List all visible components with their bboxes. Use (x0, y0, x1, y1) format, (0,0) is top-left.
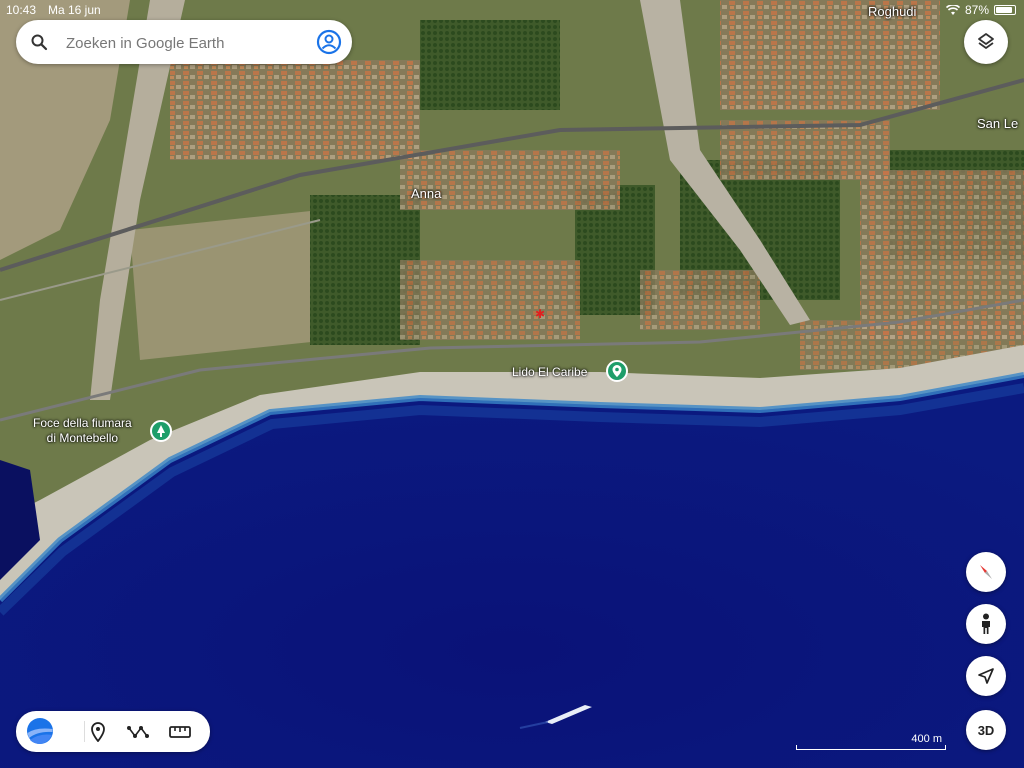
add-placemark-button[interactable] (86, 720, 110, 744)
status-date: Ma 16 jun (48, 3, 101, 17)
status-time: 10:43 (6, 3, 37, 17)
poi-label-foce-line1: Foce della fiumara (33, 416, 132, 430)
poi-label-foce[interactable]: Foce della fiumara di Montebello (33, 416, 132, 446)
toolbar-separator (84, 721, 85, 742)
svg-text:✱: ✱ (535, 307, 545, 321)
draw-path-icon (127, 726, 149, 738)
poi-pin-foce[interactable] (150, 420, 172, 442)
account-icon[interactable] (316, 29, 342, 55)
search-icon[interactable] (30, 33, 48, 51)
bottom-toolbar (16, 711, 210, 752)
battery-fill (996, 7, 1012, 13)
google-earth-logo (27, 718, 53, 744)
my-location-icon (978, 668, 994, 684)
view-3d-button[interactable]: 3D (966, 710, 1006, 750)
search-input[interactable] (64, 30, 308, 56)
poi-label-foce-line2: di Montebello (46, 431, 119, 445)
place-label-san-le[interactable]: San Le (977, 116, 1018, 131)
satellite-map[interactable]: ✱ (0, 0, 1024, 768)
compass-icon (980, 565, 992, 579)
search-bar[interactable] (16, 20, 352, 64)
battery-percent: 87% (964, 3, 989, 17)
scale-line (796, 745, 946, 750)
google-earth-logo-button[interactable] (26, 717, 54, 745)
tree-icon (157, 425, 165, 437)
location-pin-icon (612, 365, 622, 377)
scale-label: 400 m (911, 733, 942, 745)
compass-button[interactable] (966, 552, 1006, 592)
draw-path-button[interactable] (126, 720, 150, 744)
poi-pin-lido[interactable] (606, 360, 628, 382)
street-view-button[interactable] (966, 604, 1006, 644)
view-3d-label: 3D (977, 722, 995, 738)
layers-icon (978, 33, 994, 49)
place-label-anna[interactable]: Anna (411, 186, 441, 201)
battery-icon (994, 5, 1016, 15)
add-placemark-icon (91, 722, 105, 742)
poi-label-lido[interactable]: Lido El Caribe (512, 365, 587, 379)
pegman-icon (982, 613, 990, 634)
place-label-roghudi[interactable]: Roghudi (868, 4, 916, 19)
wifi-icon (945, 4, 960, 15)
measure-button[interactable] (168, 720, 192, 744)
ruler-icon (169, 726, 191, 738)
my-location-button[interactable] (966, 656, 1006, 696)
status-right: 87% (945, 3, 1016, 17)
layers-button[interactable] (964, 20, 1008, 64)
